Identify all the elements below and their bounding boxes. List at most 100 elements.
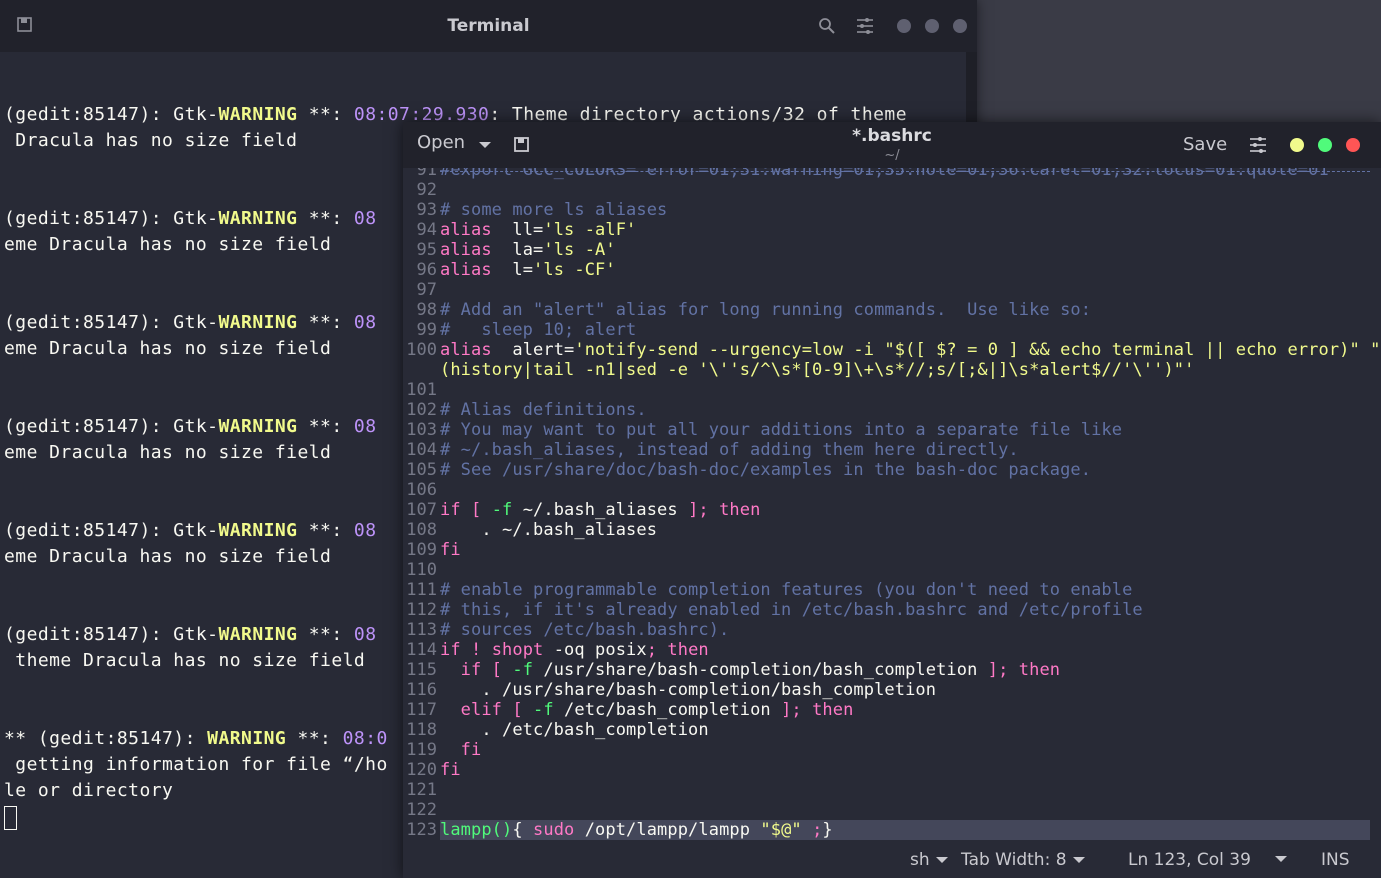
code-token: 'ls -CF' — [533, 260, 616, 280]
line-number: 101 — [406, 380, 437, 400]
code-line: . ~/.bash_aliases — [440, 520, 657, 540]
line-number: 113 — [406, 620, 437, 640]
code-token: sudo — [533, 820, 575, 840]
code-token: /etc/bash_completion — [553, 700, 782, 720]
code-line: # some more ls aliases — [440, 200, 667, 220]
code-token: /opt/lampp/lampp — [574, 820, 761, 840]
code-token: . ~/.bash_aliases — [440, 520, 658, 540]
line-number: 94 — [416, 220, 437, 240]
code-token: 'ls -A' — [543, 240, 616, 260]
code-token: alias — [440, 260, 492, 280]
code-token: ll= — [491, 220, 544, 240]
code-token: if — [440, 500, 461, 520]
line-number: 93 — [416, 200, 437, 220]
line-number: 100 — [406, 340, 437, 360]
terminal-text: WARNING — [218, 520, 298, 541]
code-line: # ~/.bash_aliases, instead of adding the… — [440, 440, 1019, 460]
code-token: ; then — [791, 700, 854, 720]
gedit-window: Open *.bashrc ~/ Save #export GCC_COLORS… — [403, 122, 1381, 878]
line-number: 108 — [406, 520, 437, 540]
line-number: 107 — [406, 500, 437, 520]
code-line: if [ -f /usr/share/bash-completion/bash_… — [440, 660, 1060, 680]
line-number: 111 — [406, 580, 437, 600]
terminal-text: WARNING — [218, 208, 298, 229]
line-number: 98 — [416, 300, 437, 320]
code-token: ~/.bash_aliases — [512, 500, 689, 520]
terminal-text: (gedit:85147): Gtk- — [4, 312, 219, 333]
terminal-text: **: — [297, 104, 354, 125]
tab-width-selector[interactable]: Tab Width: 8 — [961, 850, 1085, 870]
code-token: lampp() — [440, 820, 513, 840]
code-line: # Add an "alert" alias for long running … — [440, 300, 1091, 320]
chevron-down-icon[interactable] — [1275, 856, 1287, 862]
line-number: 97 — [416, 280, 437, 300]
code-token: if — [440, 640, 461, 660]
language-selector[interactable]: sh — [910, 850, 948, 870]
line-number: 91 — [416, 168, 437, 180]
code-token: -f — [533, 700, 554, 720]
code-line: # Alias definitions. — [440, 400, 647, 420]
terminal-text: WARNING — [218, 104, 298, 125]
close-button[interactable] — [953, 19, 967, 33]
code-token: shopt — [491, 640, 544, 660]
minimize-button[interactable] — [897, 19, 911, 33]
terminal-text: **: — [297, 208, 354, 229]
wrap-guide — [440, 171, 1370, 172]
close-button[interactable] — [1346, 138, 1360, 152]
terminal-text: WARNING — [207, 728, 287, 749]
line-number: 121 — [406, 780, 437, 800]
code-token: "$@" — [760, 820, 802, 840]
menu-icon[interactable] — [1249, 136, 1267, 158]
line-number: 118 — [406, 720, 437, 740]
terminal-titlebar: Terminal — [0, 0, 977, 52]
code-token: alias — [440, 240, 492, 260]
terminal-text: (gedit:85147): Gtk- — [4, 416, 219, 437]
code-token: { — [512, 820, 534, 840]
code-token: 'ls -alF' — [543, 220, 637, 240]
minimize-button[interactable] — [1290, 138, 1304, 152]
terminal-text: le or directory — [4, 780, 174, 801]
maximize-button[interactable] — [925, 19, 939, 33]
terminal-text: WARNING — [218, 312, 298, 333]
line-number: 112 — [406, 600, 437, 620]
line-number: 104 — [406, 440, 437, 460]
terminal-text: **: — [297, 416, 354, 437]
line-number: 102 — [406, 400, 437, 420]
code-token: [ — [460, 500, 492, 520]
terminal-text: ** (gedit:85147): — [4, 728, 208, 749]
code-line: # this, if it's already enabled in /etc/… — [440, 600, 1143, 620]
code-token: [ — [502, 700, 534, 720]
code-token: -f — [512, 660, 534, 680]
code-line: alias la='ls -A' — [440, 240, 616, 260]
menu-icon[interactable] — [856, 17, 874, 39]
search-icon[interactable] — [818, 17, 836, 39]
insert-mode[interactable]: INS — [1321, 850, 1350, 870]
code-token: fi — [440, 540, 461, 560]
code-line: fi — [440, 740, 482, 760]
terminal-text: **: — [297, 624, 354, 645]
code-token: . /etc/bash_completion — [440, 720, 709, 740]
code-token: l= — [491, 260, 534, 280]
maximize-button[interactable] — [1318, 138, 1332, 152]
line-number: 96 — [416, 260, 437, 280]
code-token: 'notify-send --urgency=low -i "$([ $? = … — [574, 340, 1381, 360]
language-label: sh — [910, 850, 930, 870]
code-token: la= — [491, 240, 544, 260]
document-title: *.bashrc — [852, 126, 932, 146]
code-line: alias alert='notify-send --urgency=low -… — [440, 340, 1381, 360]
line-number: 116 — [406, 680, 437, 700]
line-number: 92 — [416, 180, 437, 200]
code-line: fi — [440, 540, 461, 560]
gedit-headerbar: Open *.bashrc ~/ Save — [403, 122, 1381, 168]
line-number: 122 — [406, 800, 437, 820]
code-token: # sleep 10; alert — [440, 320, 637, 340]
partial-top-line: #export GCC_COLORS='error=01;31:warning=… — [440, 168, 1340, 180]
code-token: ; — [801, 820, 823, 840]
code-editor[interactable]: #export GCC_COLORS='error=01;31:warning=… — [403, 168, 1381, 842]
save-button[interactable]: Save — [1183, 134, 1227, 155]
code-token: alias — [440, 220, 492, 240]
terminal-text: eme Dracula has no size field — [4, 546, 332, 567]
tab-width-label: Tab Width: 8 — [961, 850, 1067, 870]
code-token: -f — [491, 500, 513, 520]
code-token: ] — [688, 500, 699, 520]
